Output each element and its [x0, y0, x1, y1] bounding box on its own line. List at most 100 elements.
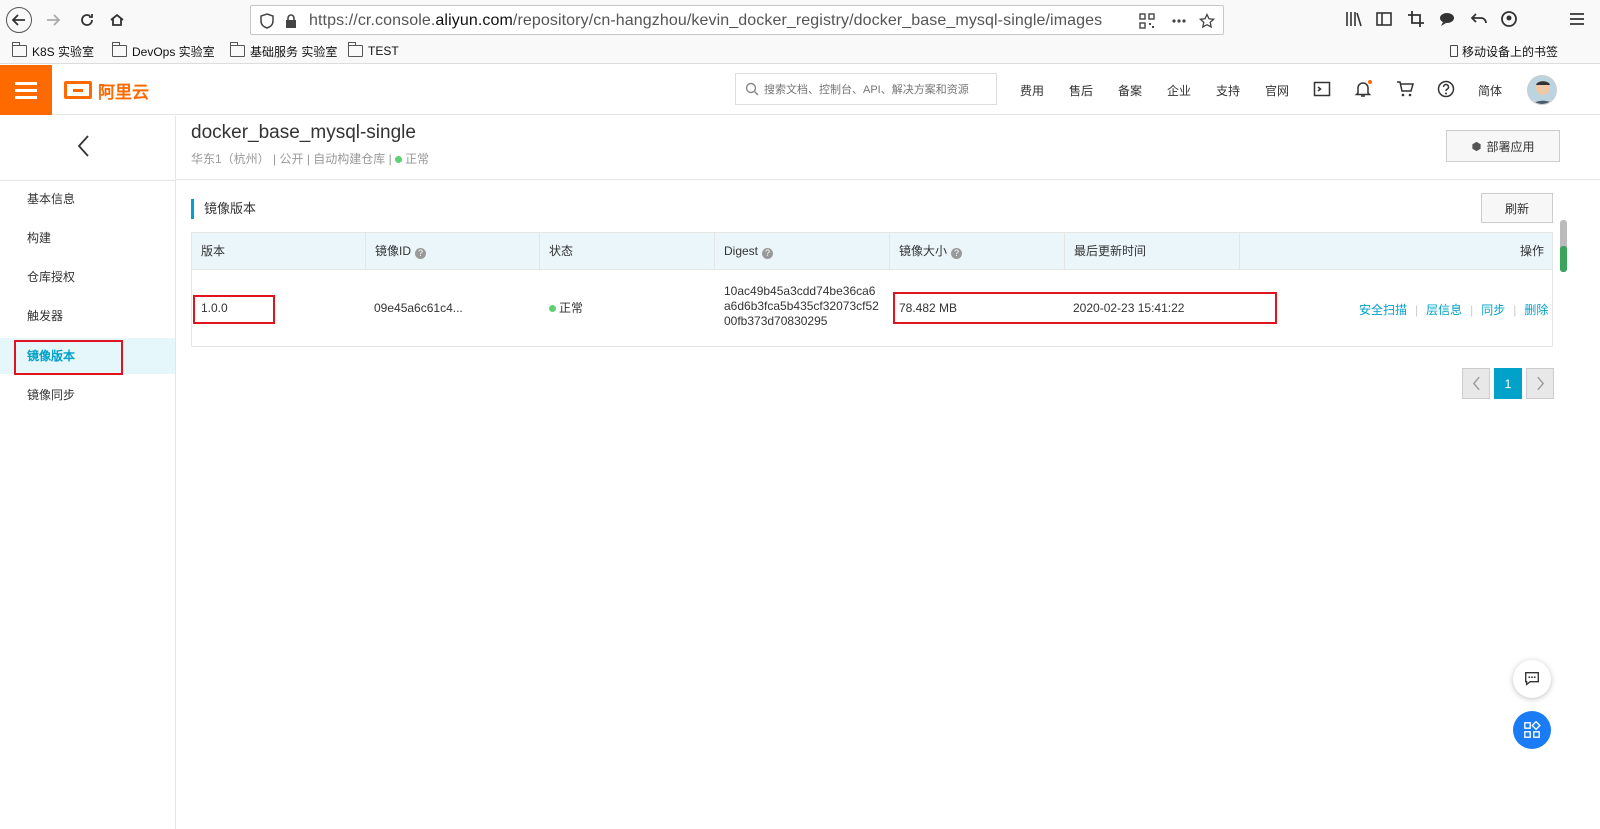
- nav-enterprise[interactable]: 企业: [1167, 82, 1191, 99]
- highlight-box: [14, 340, 123, 375]
- user-avatar-icon: [1528, 76, 1556, 104]
- url-text: https://cr.console.aliyun.com/repository…: [309, 12, 1103, 29]
- bookmark-k8s[interactable]: K8S 实验室: [12, 42, 94, 60]
- qr-code-icon[interactable]: [1139, 13, 1155, 29]
- cube-icon: [1472, 141, 1482, 151]
- help-icon[interactable]: ?: [415, 248, 427, 259]
- arrow-right-icon: [47, 14, 61, 26]
- nav-official-site[interactable]: 官网: [1265, 82, 1289, 99]
- avatar[interactable]: [1527, 75, 1557, 105]
- library-icon[interactable]: [1345, 10, 1363, 28]
- hamburger-menu-icon[interactable]: [1568, 10, 1586, 28]
- main-content: docker_base_mysql-single 华东1（杭州） | 公开 | …: [176, 116, 1600, 829]
- section-title: 镜像版本: [191, 199, 256, 219]
- sidebar-toggle-icon[interactable]: [1375, 10, 1393, 28]
- address-bar[interactable]: https://cr.console.aliyun.com/repository…: [250, 5, 1224, 35]
- delete-link[interactable]: 删除: [1524, 303, 1548, 317]
- more-icon[interactable]: [1171, 13, 1187, 29]
- column-header-image-id: 镜像ID?: [366, 233, 540, 270]
- versions-table: 版本 镜像ID? 状态 Digest? 镜像大小? 最后更新时间 操作 1.0.…: [191, 232, 1553, 347]
- column-header-size: 镜像大小?: [890, 233, 1065, 270]
- scrollbar[interactable]: [1560, 220, 1567, 272]
- nav-fees[interactable]: 费用: [1020, 82, 1044, 99]
- bell-icon[interactable]: [1354, 80, 1372, 98]
- repo-region: 华东1（杭州）: [191, 152, 270, 166]
- sidebar-item-basic-info[interactable]: 基本信息: [0, 181, 175, 217]
- repo-meta: 华东1（杭州） | 公开 | 自动构建仓库 | 正常: [191, 152, 430, 166]
- language-switch[interactable]: 简体: [1478, 82, 1502, 99]
- repo-build-type: 自动构建仓库: [313, 152, 386, 166]
- folder-icon: [230, 42, 245, 57]
- search-input[interactable]: [764, 80, 992, 100]
- status-dot-icon: [549, 304, 556, 312]
- cell-status: 正常: [549, 301, 583, 316]
- highlight-box: [193, 295, 275, 324]
- column-header-digest: Digest?: [715, 233, 890, 270]
- bookmark-test[interactable]: TEST: [348, 42, 399, 60]
- bookmark-mobile[interactable]: 移动设备上的书签: [1450, 42, 1558, 60]
- folder-icon: [348, 42, 363, 57]
- main-menu-button[interactable]: [0, 65, 52, 115]
- home-icon: [110, 13, 124, 26]
- cell-image-id: 09e45a6c61c4...: [374, 301, 463, 315]
- browser-toolbar: https://cr.console.aliyun.com/repository…: [0, 0, 1600, 38]
- console-topbar: 阿里云 费用 售后 备案 企业 支持 官网 简体: [0, 65, 1600, 115]
- chat-bubble-icon[interactable]: [1438, 10, 1456, 28]
- column-header-version: 版本: [192, 233, 366, 270]
- refresh-button[interactable]: 刷新: [1481, 193, 1553, 223]
- home-button[interactable]: [104, 7, 130, 33]
- star-icon[interactable]: [1199, 13, 1215, 29]
- deploy-app-button[interactable]: 部署应用: [1446, 130, 1560, 162]
- pagination-prev[interactable]: [1462, 368, 1490, 399]
- apps-button[interactable]: [1513, 711, 1551, 749]
- back-button[interactable]: [6, 7, 32, 33]
- sync-link[interactable]: 同步: [1481, 303, 1505, 317]
- page-title: docker_base_mysql-single: [191, 122, 416, 143]
- arrow-left-icon: [11, 14, 25, 26]
- account-icon[interactable]: [1500, 10, 1518, 28]
- help-icon[interactable]: ?: [951, 248, 963, 259]
- reload-button[interactable]: [74, 7, 100, 33]
- crop-icon[interactable]: [1407, 10, 1425, 28]
- cell-digest: 10ac49b45a3cdd74be36ca6 a6d6b3fca5b435cf…: [724, 284, 879, 328]
- help-icon[interactable]: [1437, 80, 1455, 98]
- nav-icp-filing[interactable]: 备案: [1118, 82, 1142, 99]
- message-icon: [1525, 672, 1539, 686]
- chevron-right-icon: [1536, 376, 1544, 391]
- bookmarks-bar: K8S 实验室 DevOps 实验室 基础服务 实验室 TEST 移动设备上的书…: [0, 38, 1600, 64]
- search-box[interactable]: [735, 73, 997, 105]
- repo-visibility: 公开: [279, 152, 304, 166]
- bookmark-basic-services[interactable]: 基础服务 实验室: [230, 42, 337, 60]
- aliyun-logo-icon: [64, 81, 92, 99]
- column-header-updated: 最后更新时间: [1065, 233, 1240, 270]
- sidebar-item-triggers[interactable]: 触发器: [0, 298, 175, 334]
- highlight-box: [893, 292, 1277, 324]
- folder-icon: [112, 42, 127, 57]
- folder-icon: [12, 42, 27, 57]
- column-header-actions: 操作: [1519, 244, 1544, 258]
- bookmark-devops[interactable]: DevOps 实验室: [112, 42, 215, 60]
- column-header-status: 状态: [540, 233, 715, 270]
- shield-icon: [260, 13, 274, 29]
- cart-icon[interactable]: [1396, 80, 1414, 98]
- reload-icon: [81, 14, 93, 26]
- help-icon[interactable]: ?: [762, 248, 774, 259]
- lock-icon: [286, 14, 296, 28]
- feedback-button[interactable]: [1513, 660, 1551, 698]
- pagination-next[interactable]: [1526, 368, 1554, 399]
- security-scan-link[interactable]: 安全扫描: [1359, 303, 1407, 317]
- apps-grid-icon: [1524, 721, 1541, 738]
- pagination-page[interactable]: 1: [1494, 368, 1522, 399]
- sidebar-item-build[interactable]: 构建: [0, 220, 175, 256]
- layer-info-link[interactable]: 层信息: [1426, 303, 1462, 317]
- undo-icon[interactable]: [1470, 10, 1488, 28]
- forward-button[interactable]: [40, 7, 66, 33]
- back-chevron-icon[interactable]: [74, 131, 94, 161]
- sidebar-item-repo-auth[interactable]: 仓库授权: [0, 259, 175, 295]
- terminal-icon[interactable]: [1313, 80, 1331, 98]
- sidebar-item-image-sync[interactable]: 镜像同步: [0, 377, 175, 413]
- nav-support[interactable]: 支持: [1216, 82, 1240, 99]
- nav-after-sales[interactable]: 售后: [1069, 82, 1093, 99]
- aliyun-logo[interactable]: 阿里云: [64, 78, 149, 102]
- row-actions: 安全扫描 | 层信息 | 同步 | 删除: [1359, 303, 1549, 317]
